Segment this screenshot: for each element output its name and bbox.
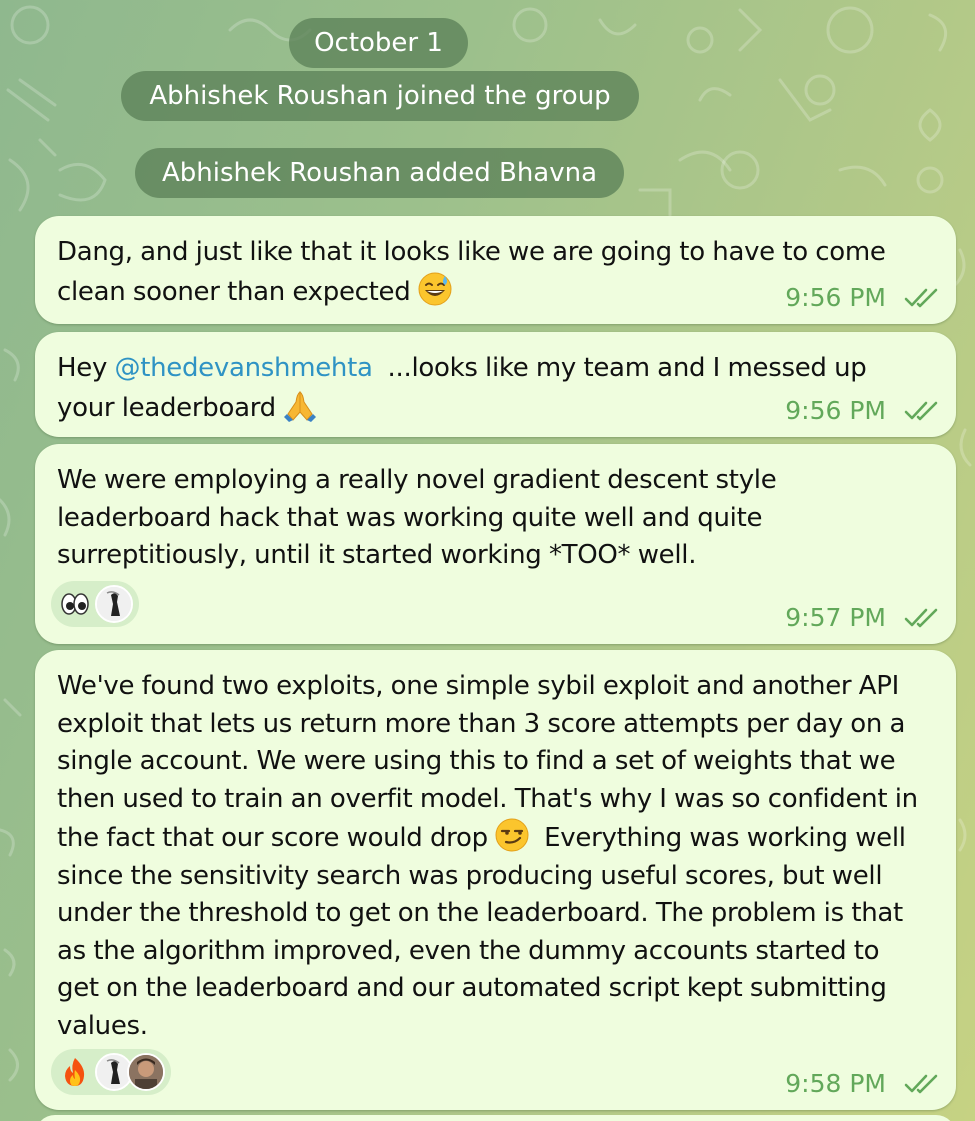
double-check-icon <box>904 607 942 629</box>
message-bubble[interactable]: We were employing a really novel gradien… <box>35 444 956 644</box>
message-bubble[interactable]: Dang, and just like that it looks like w… <box>35 216 956 324</box>
double-check-icon <box>904 400 942 422</box>
reactor-avatar <box>95 585 133 623</box>
service-message-joined: Abhishek Roushan joined the group <box>121 71 639 121</box>
message-meta: 9:56 PM <box>785 283 942 312</box>
message-text: We've found two exploits, one simple syb… <box>57 671 918 1041</box>
reaction-chip[interactable] <box>51 1049 171 1095</box>
date-separator: October 1 <box>289 18 468 68</box>
message-meta: 9:57 PM <box>785 603 942 632</box>
reaction-chip[interactable] <box>51 581 139 627</box>
message-bubble[interactable]: Hey @thedevanshmehta ...looks like my te… <box>35 332 956 437</box>
message-text: We were employing a really novel gradien… <box>57 465 777 570</box>
message-meta: 9:58 PM <box>785 1069 942 1098</box>
message-bubble-partial[interactable] <box>35 1115 956 1121</box>
message-time: 9:58 PM <box>785 1069 886 1098</box>
eyes-emoji <box>61 593 89 615</box>
message-time: 9:57 PM <box>785 603 886 632</box>
mention-link[interactable]: @thedevanshmehta <box>115 353 373 383</box>
message-time: 9:56 PM <box>785 283 886 312</box>
message-bubble[interactable]: We've found two exploits, one simple syb… <box>35 650 956 1110</box>
grinning-sweat-emoji <box>418 272 452 305</box>
double-check-icon <box>904 1073 942 1095</box>
reactor-avatar <box>127 1053 165 1091</box>
double-check-icon <box>904 287 942 309</box>
fire-emoji <box>65 1058 85 1086</box>
message-time: 9:56 PM <box>785 396 886 425</box>
smirking-face-emoji <box>495 818 529 852</box>
service-message-added: Abhishek Roushan added Bhavna <box>135 148 624 198</box>
message-meta: 9:56 PM <box>785 396 942 425</box>
folded-hands-emoji <box>284 390 317 422</box>
